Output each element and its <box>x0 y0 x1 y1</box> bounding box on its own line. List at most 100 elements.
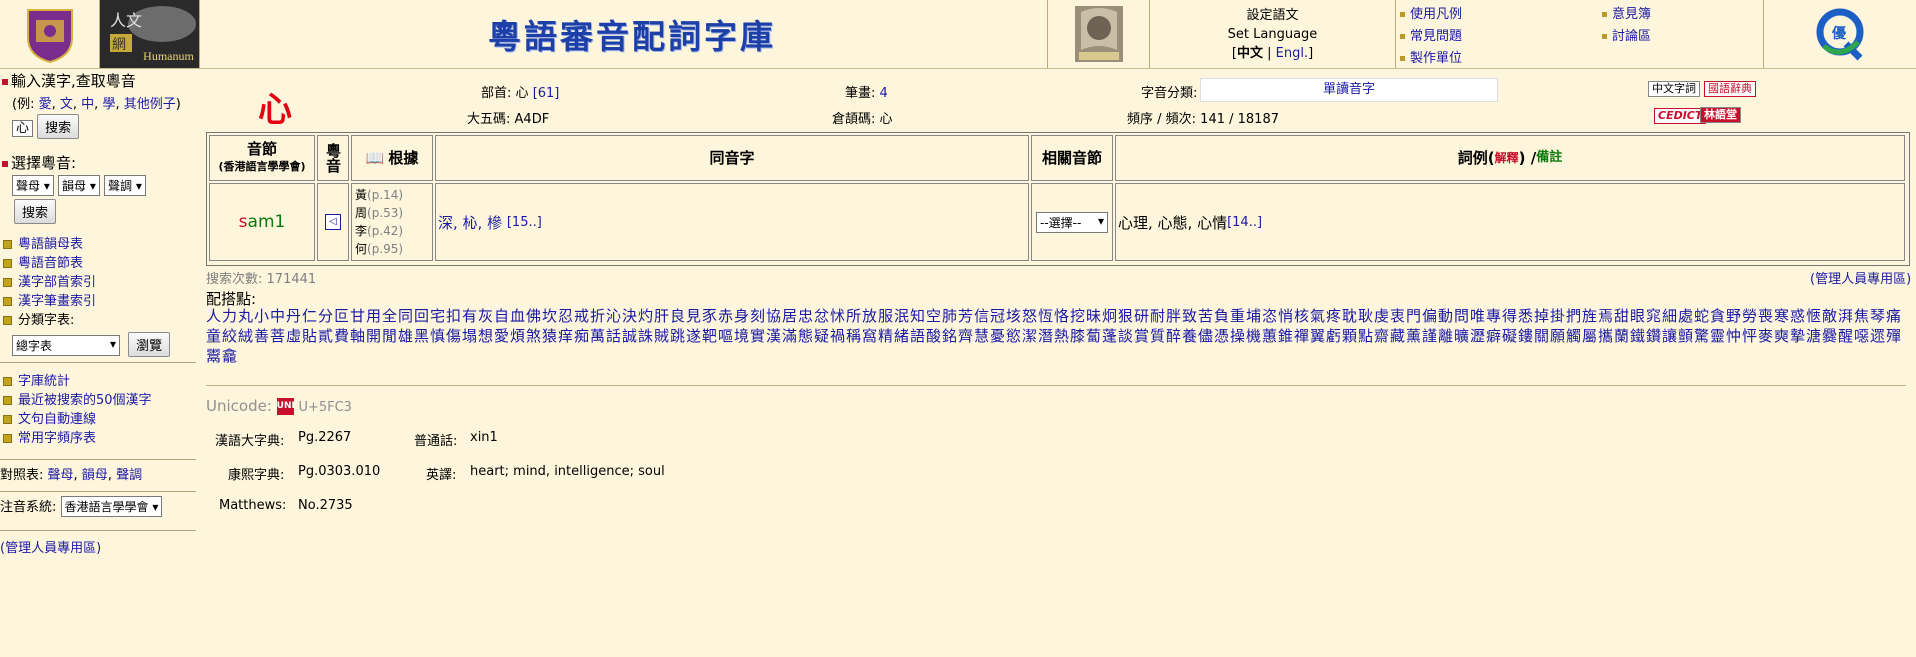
homophones-more-link[interactable]: [15..] <box>507 215 542 230</box>
char-input[interactable]: 心 <box>12 120 34 137</box>
strokes-label: 筆畫: <box>845 86 876 101</box>
example-words[interactable]: 心理, 心態, 心情 <box>1118 212 1227 233</box>
system-label: 注音系統: <box>0 500 57 515</box>
menu-usage-guide[interactable]: 使用凡例 <box>1400 3 1462 22</box>
svg-text:人文: 人文 <box>110 11 142 30</box>
book-icon: 📖 <box>365 149 385 167</box>
example-link[interactable]: 學 <box>102 97 115 112</box>
link-final-table[interactable]: 粵語韻母表 <box>0 235 196 254</box>
homophone-links[interactable]: 深, 杺, 槮 <box>438 212 502 233</box>
compare-tones-link[interactable]: 聲調 <box>116 468 142 483</box>
final-select[interactable]: 韻母 ▾ <box>58 175 100 196</box>
menu-feedback[interactable]: 意見簿 <box>1602 3 1651 22</box>
sound-search-button[interactable]: 搜索 <box>14 199 57 224</box>
cell-syllable: s am1 <box>209 183 315 261</box>
q-logo-icon: 優 <box>1816 8 1864 61</box>
frequency-info: 頻序 / 頻次: 141 / 18187 <box>1127 108 1279 127</box>
char-search-section: 輸入漢字,查取粵音 (例: 愛, 文, 中, 學, 其他例子) 心 搜索 <box>0 70 196 139</box>
examples-line: (例: 愛, 文, 中, 學, 其他例子) <box>12 97 181 112</box>
speaker-icon[interactable]: ◁ <box>325 214 341 230</box>
pairing-characters[interactable]: 人力丸小中丹仁分叵甘用全同回宅扣有灰自血佛坎忍戒折沁決灼肝良見豕赤身刻協居忠忿怵… <box>206 306 1906 366</box>
search-button[interactable]: 搜索 <box>37 114 80 139</box>
link-frequency-table[interactable]: 常用字頻序表 <box>0 429 196 448</box>
source-name: 李 <box>355 224 368 238</box>
right-logo[interactable]: 優 <box>1764 0 1916 68</box>
admin-link[interactable]: (管理人員專用區) <box>1810 268 1911 287</box>
compare-initials-link[interactable]: 聲母 <box>48 468 74 483</box>
syllable-final: am1 <box>247 212 286 232</box>
source-name: 周 <box>355 206 368 220</box>
cell-homophones: 深, 杺, 槮 [15..] <box>435 183 1029 261</box>
cuhk-logo[interactable] <box>0 0 100 68</box>
dictionary-logo[interactable] <box>1048 0 1150 68</box>
unicode-code: U+5FC3 <box>298 400 352 415</box>
tone-select[interactable]: 聲調 ▾ <box>104 175 146 196</box>
search-count-value: 171441 <box>266 272 317 287</box>
frequency-label: 頻序 / 頻次: <box>1127 112 1197 127</box>
examples-more-link[interactable]: [14..] <box>1227 215 1262 230</box>
unicode-row: Unicode: UNI U+5FC3 <box>206 397 352 415</box>
cell-related: --選擇-- ▾ <box>1031 183 1113 261</box>
related-select-value: --選擇-- <box>1040 215 1082 230</box>
source-row: 黃(p.14) <box>355 186 403 204</box>
example-link[interactable]: 文 <box>60 97 73 112</box>
related-syllable-select[interactable]: --選擇-- ▾ <box>1036 211 1108 233</box>
compare-finals-link[interactable]: 韻母 <box>82 468 108 483</box>
hanyu-label: 漢語大字典: <box>215 434 285 449</box>
more-examples-link[interactable]: 其他例子 <box>124 97 176 112</box>
char-search-heading: 輸入漢字,查取粵音 <box>0 70 196 91</box>
source-page: (p.14) <box>367 188 404 202</box>
sidebar-divider <box>0 362 196 363</box>
divider <box>206 385 1906 386</box>
matthews-label: Matthews: <box>219 498 287 513</box>
badge-chinese-words[interactable]: 中文字詞 <box>1648 81 1700 97</box>
badge-lin-yutang[interactable]: 林語堂 <box>1700 107 1741 123</box>
site-title-cell: 粵語審音配詞字庫 <box>200 0 1048 68</box>
compare-row: 對照表: 聲母, 韻母, 聲調 <box>0 468 143 483</box>
example-link[interactable]: 愛 <box>39 97 52 112</box>
link-stroke-index[interactable]: 漢字筆畫索引 <box>0 292 196 311</box>
system-row: 注音系統: 香港語言學學會 ▾ <box>0 496 163 517</box>
humanum-logo[interactable]: 人文 網 Humanum <box>100 0 200 68</box>
menu-faq[interactable]: 常見問題 <box>1400 25 1462 44</box>
header-homophones: 同音字 <box>435 135 1029 181</box>
link-radical-index[interactable]: 漢字部首索引 <box>0 273 196 292</box>
link-auto-connect[interactable]: 文句自動連線 <box>0 410 196 429</box>
link-recent-50[interactable]: 最近被搜索的50個漢字 <box>0 391 196 410</box>
source-page: (p.42) <box>367 224 404 238</box>
category-select[interactable]: 總字表 ▾ <box>12 335 120 356</box>
humanum-emblem-icon: 人文 網 <box>110 6 196 53</box>
browse-button[interactable]: 瀏覽 <box>128 332 171 357</box>
example-link[interactable]: 中 <box>81 97 94 112</box>
matthews-value: No.2735 <box>298 498 353 513</box>
sound-search-heading: 選擇粵音: <box>0 152 196 173</box>
dictionary-book-icon <box>1074 6 1123 62</box>
badge-cedict[interactable]: CEDICT <box>1654 108 1707 124</box>
lang-current-chinese[interactable]: 中文 <box>1237 46 1263 61</box>
category-info: 字音分類: <box>1141 82 1197 101</box>
initial-select-value: 聲母 <box>16 179 41 193</box>
radical-ref-link[interactable]: [61] <box>533 86 560 101</box>
search-count-label: 搜索次數: <box>206 272 263 287</box>
menu-forum[interactable]: 討論區 <box>1602 25 1651 44</box>
system-select[interactable]: 香港語言學學會 ▾ <box>60 496 163 517</box>
sidebar-admin-link[interactable]: (管理人員專用區) <box>0 537 101 556</box>
hanyu-value: Pg.2267 <box>298 430 352 445</box>
sidebar-divider <box>0 459 196 460</box>
examples-prefix: (例: <box>12 97 39 112</box>
initial-select[interactable]: 聲母 ▾ <box>12 175 54 196</box>
lang-english-link[interactable]: Engl. <box>1276 46 1308 61</box>
cell-sound: ◁ <box>317 183 349 261</box>
link-stats[interactable]: 字庫統計 <box>0 372 196 391</box>
unicode-icon[interactable]: UNI <box>276 398 295 415</box>
top-menu: 使用凡例 常見問題 製作單位 意見簿 討論區 <box>1396 0 1764 68</box>
badge-mandarin-dict[interactable]: 國語辭典 <box>1704 81 1756 97</box>
sound-selects-row: 聲母 ▾ 韻母 ▾ 聲調 ▾ <box>12 175 196 196</box>
source-page: (p.95) <box>367 242 404 256</box>
menu-credits[interactable]: 製作單位 <box>1400 47 1462 66</box>
header-explain-text: 解釋 <box>1494 151 1519 165</box>
link-syllable-table[interactable]: 粵語音節表 <box>0 254 196 273</box>
sound-category-label: 字音分類: <box>1141 86 1198 101</box>
header-examples-close: ) / <box>1518 149 1537 167</box>
sidebar-admin-link-text: 管理人員專用區 <box>5 541 97 556</box>
